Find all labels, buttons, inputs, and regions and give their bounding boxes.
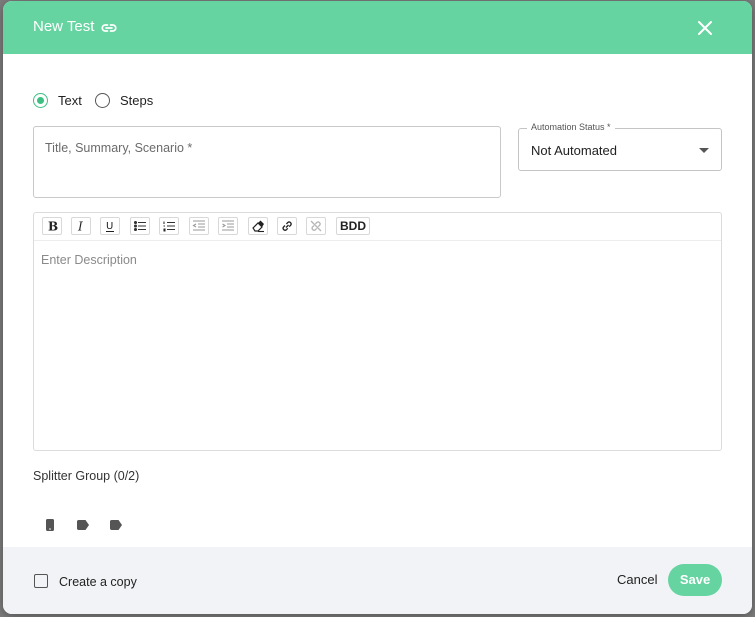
numbered-list-icon[interactable]: [159, 217, 179, 235]
dialog-title: New Test: [33, 18, 95, 35]
link-icon[interactable]: [277, 217, 297, 235]
svg-text:B: B: [48, 220, 58, 234]
svg-text:I: I: [77, 220, 83, 234]
radio-steps-label: Steps: [120, 93, 154, 108]
title-placeholder: Title, Summary, Scenario *: [45, 141, 193, 155]
outdent-icon[interactable]: [189, 217, 209, 235]
dropdown-caret-icon[interactable]: [699, 148, 709, 153]
bold-icon[interactable]: B: [42, 217, 62, 235]
title-input[interactable]: Title, Summary, Scenario *: [33, 126, 501, 198]
bdd-button[interactable]: BDD: [336, 217, 370, 235]
radio-text-indicator[interactable]: [33, 93, 48, 108]
automation-status-value: Not Automated: [531, 143, 617, 158]
create-copy-checkbox[interactable]: [34, 574, 48, 588]
dialog-footer: Create a copy Cancel Save: [3, 547, 752, 614]
radio-steps[interactable]: Steps: [95, 93, 153, 108]
tag-icon[interactable]: [109, 518, 123, 532]
new-test-dialog: New Test Text Steps Title, Summary, Scen…: [3, 1, 752, 614]
automation-status-select[interactable]: Automation Status * Not Automated: [518, 122, 722, 171]
radio-text[interactable]: Text: [33, 93, 82, 108]
indent-icon[interactable]: [218, 217, 238, 235]
underline-icon[interactable]: U: [100, 217, 120, 235]
create-copy-label: Create a copy: [59, 575, 137, 589]
svg-text:U: U: [106, 221, 113, 232]
save-button[interactable]: Save: [668, 564, 722, 596]
dialog-header: New Test: [3, 1, 752, 54]
bulleted-list-icon[interactable]: [130, 217, 150, 235]
radio-text-label: Text: [58, 93, 82, 108]
unlink-icon[interactable]: [306, 217, 326, 235]
automation-status-label: Automation Status *: [527, 122, 615, 132]
eraser-icon[interactable]: [248, 217, 268, 235]
description-editor[interactable]: B I U BDD Enter Description: [33, 212, 722, 451]
editor-toolbar: B I U BDD: [34, 213, 721, 241]
radio-steps-indicator[interactable]: [95, 93, 110, 108]
splitter-group-label: Splitter Group (0/2): [33, 469, 140, 483]
close-icon[interactable]: [695, 18, 715, 38]
tag-icon[interactable]: [76, 518, 90, 532]
italic-icon[interactable]: I: [71, 217, 91, 235]
cancel-button[interactable]: Cancel: [617, 572, 657, 587]
link-icon[interactable]: [100, 19, 118, 37]
mobile-icon[interactable]: [43, 518, 57, 532]
description-placeholder: Enter Description: [41, 253, 137, 267]
